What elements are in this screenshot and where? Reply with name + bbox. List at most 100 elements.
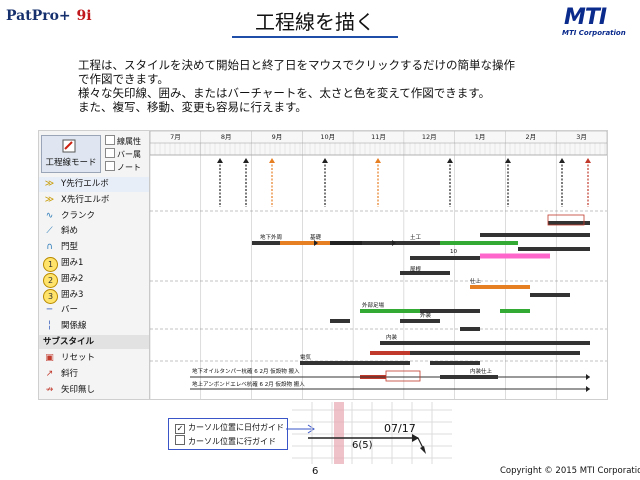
menu-item-label: X先行エルボ xyxy=(61,194,110,205)
gantt-bar xyxy=(480,253,550,259)
menu-item-2[interactable]: ≫ X先行エルボ xyxy=(39,193,149,208)
diagonal-icon: ⟋ xyxy=(46,226,53,237)
menu-item-10[interactable]: ╎ 関係線 xyxy=(39,319,149,334)
menu-item-7[interactable]: 2 囲み2 xyxy=(39,272,149,288)
milestone-marker xyxy=(505,158,511,163)
gantt-bar xyxy=(430,361,480,365)
title-underline xyxy=(232,36,398,38)
menu-item-6[interactable]: 1 囲み1 xyxy=(39,256,149,272)
bar-attr-label: バー属 xyxy=(117,150,141,159)
copyright: Copyright © 2015 MTI Corporation. xyxy=(500,466,640,476)
note-label: ノート xyxy=(117,163,141,172)
note-icon xyxy=(105,161,115,171)
arrow-head xyxy=(586,386,590,392)
menu-item-label: 囲み1 xyxy=(61,258,84,268)
bar-label: 10 xyxy=(450,249,457,255)
brand-name: PatPro+ xyxy=(6,8,71,24)
page-title: 工程線を描く xyxy=(255,10,375,34)
gantt-bar xyxy=(460,327,480,331)
gantt-bar xyxy=(330,319,350,323)
menu-item-label: 門型 xyxy=(61,242,79,253)
process-line-mode-label: 工程線モード xyxy=(45,158,97,168)
bar-label: 基礎 xyxy=(310,233,322,241)
month-label: 3月 xyxy=(576,133,587,141)
sub-item-label: 矢印無し xyxy=(61,384,96,395)
sub-item-2[interactable]: ↗ 斜行 xyxy=(39,367,149,382)
bar-label: 内装 xyxy=(386,333,398,341)
gantt-bar xyxy=(510,351,580,355)
note-button[interactable]: ノート xyxy=(105,161,141,173)
milestone-marker xyxy=(217,158,223,163)
month-label: 1月 xyxy=(475,133,486,141)
gantt-bar xyxy=(370,351,410,355)
gantt-bar xyxy=(410,351,460,355)
highlight-box xyxy=(385,370,421,382)
menu-item-label: 斜め xyxy=(61,226,79,237)
gantt-canvas[interactable]: 7月 8月 9月 10月 11月 12月 1月 2月 3月地下外周 基礎 土工 10 屋根仕上外部足場外… xyxy=(150,131,607,399)
menu-item-3[interactable]: ∿ クランク xyxy=(39,209,149,224)
gantt-bar xyxy=(400,319,440,323)
milestone-marker xyxy=(322,158,328,163)
logo-mark: MTI xyxy=(564,5,607,30)
month-label: 8月 xyxy=(221,133,232,141)
menu-item-9[interactable]: ─ バー xyxy=(39,303,149,318)
gantt-chart[interactable]: 7月 8月 9月 10月 11月 12月 1月 2月 3月 地下外周 基礎 土工 10 屋根 仕上 外部足場外… xyxy=(150,131,607,399)
schedule-label: 地上アンボンドエレベ杭確 6 2月 仮設物 搬入 xyxy=(192,380,305,388)
guide-options-box: ✓ カーソル位置に日付ガイド カーソル位置に行ガイド xyxy=(168,418,288,450)
gantt-bar xyxy=(360,309,420,313)
relation-icon: ╎ xyxy=(46,321,53,332)
line-attr-icon xyxy=(105,135,115,145)
sub-item-label: リセット xyxy=(61,353,96,363)
description: 工程は、スタイルを決めて開始日と終了日をマウスでクリックするだけの簡単な操作 で… xyxy=(78,58,598,114)
gantt-bar xyxy=(460,351,510,355)
sub-item-3[interactable]: ↛ 矢印無し xyxy=(39,383,149,398)
menu-item-label: 関係線 xyxy=(61,321,87,332)
bar-label: 屋根 xyxy=(410,265,422,273)
gantt-bar xyxy=(480,233,590,237)
arrow-head xyxy=(586,374,590,380)
date-guide-label: カーソル位置に日付ガイド xyxy=(188,423,284,432)
process-line-mode-button[interactable]: 工程線モード xyxy=(41,135,101,173)
sub-item-1[interactable]: ▣ リセット xyxy=(39,351,149,366)
gantt-bar xyxy=(470,285,530,289)
month-label: 10月 xyxy=(320,133,335,141)
month-label: 12月 xyxy=(422,133,437,141)
guide-demo-graphic xyxy=(292,402,452,464)
row-guide-label: カーソル位置に行ガイド xyxy=(188,437,276,446)
gate-icon: ∩ xyxy=(46,242,53,253)
menu-item-label: Y先行エルボ xyxy=(61,179,109,189)
page-number: 6 xyxy=(312,466,319,477)
no-arrow-icon: ↛ xyxy=(45,384,54,395)
logo-corp: MTI Corporation xyxy=(562,29,626,37)
bar-attr-button[interactable]: バー属 xyxy=(105,148,141,160)
menu-item-1[interactable]: ≫ Y先行エルボ xyxy=(39,177,149,192)
month-label: 11月 xyxy=(371,133,386,141)
brand-logo: PatPro+ 9i xyxy=(6,8,92,24)
bar-attr-icon xyxy=(105,148,115,158)
menu-item-4[interactable]: ⟋ 斜め xyxy=(39,224,149,239)
menu-item-5[interactable]: ∩ 門型 xyxy=(39,240,149,255)
gantt-bar xyxy=(300,361,410,365)
line-attr-button[interactable]: 線属性 xyxy=(105,135,141,147)
bar-label: 外部足場 xyxy=(362,301,385,309)
bar-icon: ─ xyxy=(46,305,53,316)
month-label: 9月 xyxy=(272,133,283,141)
gantt-bar xyxy=(280,241,330,245)
menu-item-8[interactable]: 3 囲み3 xyxy=(39,288,149,304)
gantt-bar xyxy=(440,341,590,345)
date-guide-checkbox[interactable]: ✓ カーソル位置に日付ガイド xyxy=(175,422,284,434)
milestone-marker xyxy=(269,158,275,163)
bar-label: 土工 xyxy=(410,233,422,241)
gantt-bar xyxy=(500,309,530,313)
y-arrow-icon: ≫ xyxy=(44,179,55,189)
line-attr-label: 線属性 xyxy=(117,137,141,146)
gantt-bar xyxy=(362,241,450,245)
menu-item-label: バー xyxy=(61,305,79,316)
row-guide-checkbox[interactable]: カーソル位置に行ガイド xyxy=(175,435,276,447)
schedule-label: 地下オイルタンパー杭確 6 2月 仮設物 搬入 xyxy=(192,367,300,375)
bar-label: 電気 xyxy=(300,353,312,361)
slope-icon: ↗ xyxy=(45,368,54,379)
crank-icon: ∿ xyxy=(45,210,54,221)
month-label: 7月 xyxy=(170,133,181,141)
demo-count-text: 6(5) xyxy=(352,440,373,451)
